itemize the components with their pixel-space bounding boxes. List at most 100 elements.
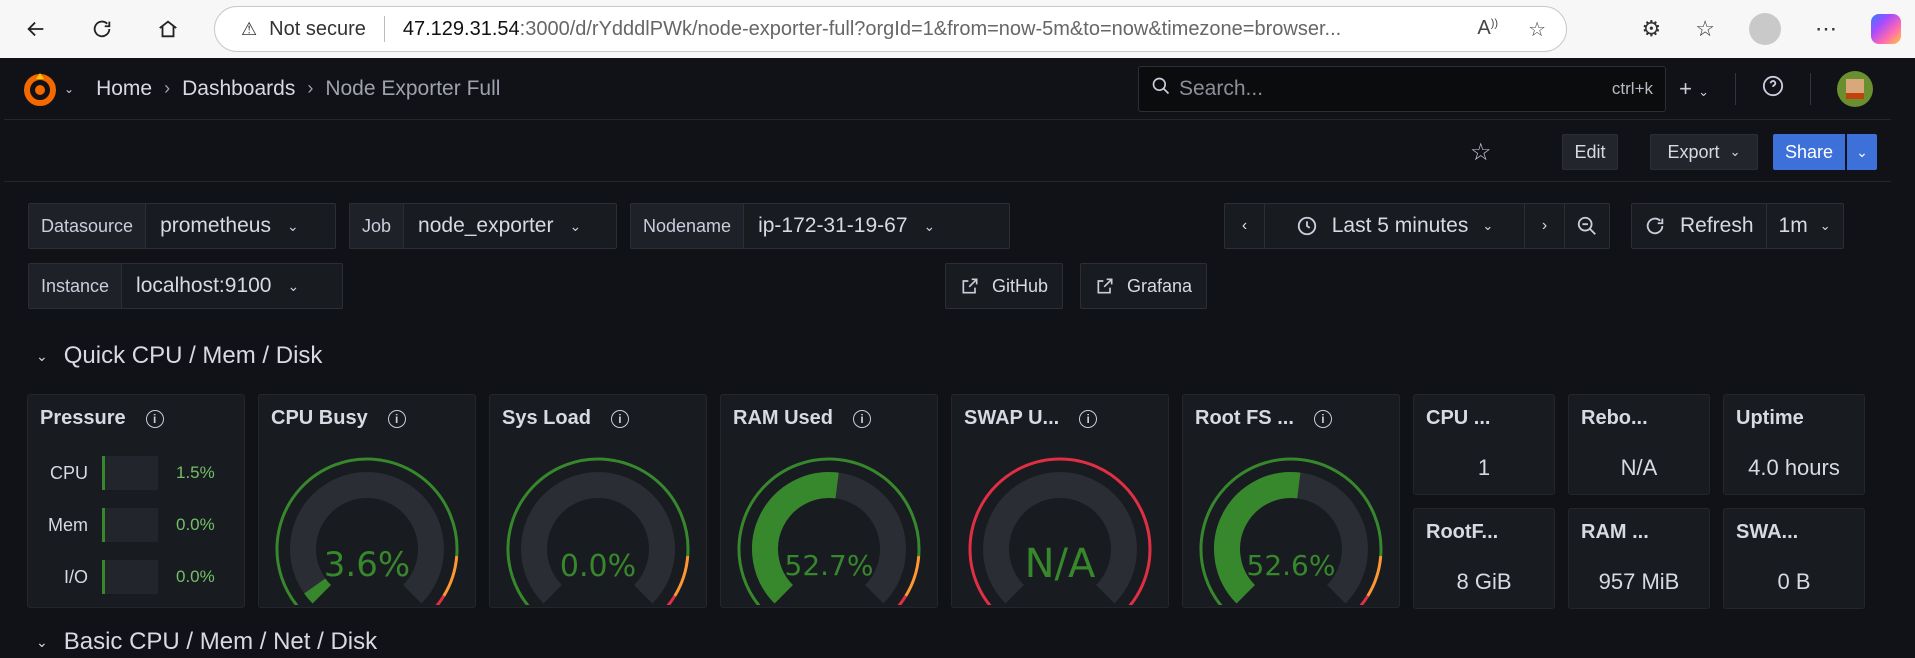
pressure-label: CPU bbox=[49, 462, 88, 483]
back-icon[interactable] bbox=[18, 11, 54, 47]
chevron-down-icon: ⌄ bbox=[36, 347, 48, 364]
var-instance[interactable]: Instance localhost:9100 ⌄ bbox=[28, 263, 343, 309]
refresh-button[interactable]: Refresh bbox=[1632, 204, 1767, 248]
panel-title: Rebo... bbox=[1581, 407, 1648, 429]
chevron-down-icon: ⌄ bbox=[1819, 218, 1831, 233]
info-icon[interactable]: i bbox=[1313, 409, 1332, 428]
copilot-icon[interactable] bbox=[1871, 14, 1901, 44]
read-aloud-icon[interactable]: A)) bbox=[1477, 17, 1498, 42]
stat-value: 957 MiB bbox=[1598, 569, 1680, 594]
export-label: Export bbox=[1667, 141, 1720, 162]
pressure-label: Mem bbox=[48, 514, 88, 535]
share-button-group: Share ⌄ bbox=[1773, 134, 1877, 170]
chevron-down-icon: ⌄ bbox=[923, 217, 936, 234]
grafana-link[interactable]: Grafana bbox=[1080, 263, 1208, 309]
panel-uptime: Uptime 4.0 hours bbox=[1723, 394, 1865, 495]
panel-ram-total: RAM ... 957 MiB bbox=[1568, 508, 1710, 609]
search-placeholder: Search... bbox=[1179, 77, 1264, 100]
more-icon[interactable]: ⋯ bbox=[1815, 16, 1837, 42]
var-nodename[interactable]: Nodename ip-172-31-19-67 ⌄ bbox=[630, 203, 1010, 249]
star-dashboard-icon[interactable]: ☆ bbox=[1470, 138, 1492, 167]
row-basic-title: Basic CPU / Mem / Net / Disk bbox=[63, 628, 378, 655]
time-back-button[interactable]: ‹ bbox=[1225, 204, 1265, 248]
help-icon[interactable] bbox=[1762, 75, 1784, 103]
zoom-out-button[interactable] bbox=[1565, 204, 1609, 248]
pressure-value: 0.0% bbox=[176, 567, 215, 586]
chevron-down-icon: ⌄ bbox=[286, 217, 299, 234]
panel-title: Uptime bbox=[1736, 407, 1804, 429]
refresh-label: Refresh bbox=[1680, 214, 1754, 237]
gauge-value: 52.7% bbox=[784, 549, 874, 582]
time-forward-button[interactable]: › bbox=[1525, 204, 1565, 248]
panel-rootfs-total: RootF... 8 GiB bbox=[1413, 508, 1555, 609]
share-dropdown-icon[interactable]: ⌄ bbox=[1847, 134, 1877, 170]
var-nodename-value: ip-172-31-19-67 bbox=[758, 214, 908, 237]
panel-swap-used: SWAP U... i N/A bbox=[951, 394, 1169, 608]
panel-title: RAM Used bbox=[733, 407, 834, 429]
share-button[interactable]: Share bbox=[1773, 134, 1845, 170]
export-button[interactable]: Export ⌄ bbox=[1650, 134, 1758, 170]
refresh-interval-value: 1m bbox=[1778, 214, 1808, 237]
panel-title: Pressure bbox=[40, 407, 126, 429]
info-icon[interactable]: i bbox=[387, 409, 406, 428]
extensions-icon[interactable]: ⚙ bbox=[1642, 16, 1662, 42]
info-icon[interactable]: i bbox=[145, 409, 164, 428]
panel-title: CPU ... bbox=[1426, 407, 1491, 429]
var-datasource-label: Datasource bbox=[29, 204, 147, 248]
info-icon[interactable]: i bbox=[1079, 409, 1098, 428]
edit-button[interactable]: Edit bbox=[1562, 134, 1618, 170]
add-icon[interactable]: + ⌄ bbox=[1679, 76, 1709, 102]
pressure-bar bbox=[102, 508, 158, 542]
url-host: 47.129.31.54 bbox=[402, 17, 520, 40]
panel-pressure: Pressure i CPU 1.5% Mem 0.0% I/O 0.0% bbox=[27, 394, 245, 608]
var-job[interactable]: Job node_exporter ⌄ bbox=[349, 203, 617, 249]
gauge-value: 52.6% bbox=[1246, 549, 1336, 582]
threshold-ring-red bbox=[897, 595, 908, 605]
chevron-down-icon: ⌄ bbox=[36, 633, 48, 650]
breadcrumb-home[interactable]: Home bbox=[96, 77, 152, 101]
panel-sys-load: Sys Load i 0.0% bbox=[489, 394, 707, 608]
stat-value: 0 B bbox=[1777, 569, 1811, 594]
stat-value: 1 bbox=[1477, 455, 1491, 480]
gauge bbox=[1199, 457, 1383, 605]
panel-title: Root FS ... bbox=[1195, 407, 1294, 429]
menu-chevron-icon[interactable]: ⌄ bbox=[64, 82, 74, 96]
favorites-icon[interactable]: ☆ bbox=[1695, 16, 1715, 42]
threshold-ring-red bbox=[435, 595, 446, 605]
search-input[interactable]: Search... ctrl+k bbox=[1138, 66, 1666, 112]
time-range-button[interactable]: Last 5 minutes ⌄ bbox=[1265, 204, 1525, 248]
row-basic-header[interactable]: ⌄ Basic CPU / Mem / Net / Disk bbox=[36, 628, 377, 656]
stat-value: N/A bbox=[1620, 455, 1658, 480]
var-datasource[interactable]: Datasource prometheus ⌄ bbox=[28, 203, 336, 249]
panel-title: RootF... bbox=[1426, 521, 1499, 543]
panel-title: RAM ... bbox=[1581, 521, 1649, 543]
threshold-ring-red bbox=[1359, 595, 1370, 605]
info-icon[interactable]: i bbox=[610, 409, 629, 428]
info-icon[interactable]: i bbox=[853, 409, 872, 428]
favorite-star-icon[interactable]: ☆ bbox=[1528, 17, 1546, 42]
security-label: Not secure bbox=[269, 17, 366, 40]
warning-icon[interactable]: ⚠ bbox=[241, 19, 257, 40]
refresh-interval-button[interactable]: 1m ⌄ bbox=[1767, 204, 1843, 248]
var-instance-label: Instance bbox=[29, 264, 123, 308]
var-job-value: node_exporter bbox=[418, 214, 554, 237]
refresh-picker: Refresh 1m ⌄ bbox=[1631, 203, 1844, 249]
grafana-logo-icon[interactable] bbox=[20, 69, 60, 109]
user-avatar[interactable] bbox=[1837, 71, 1873, 107]
reload-icon[interactable] bbox=[84, 11, 120, 47]
home-icon[interactable] bbox=[150, 11, 186, 47]
row-quick-header[interactable]: ⌄ Quick CPU / Mem / Disk bbox=[36, 342, 322, 370]
profile-avatar[interactable] bbox=[1749, 13, 1781, 45]
zoom-out-icon bbox=[1577, 216, 1596, 235]
time-range-label: Last 5 minutes bbox=[1331, 214, 1469, 237]
gauge-value: 3.6% bbox=[323, 545, 411, 585]
github-link[interactable]: GitHub bbox=[945, 263, 1064, 309]
breadcrumb-dashboards[interactable]: Dashboards bbox=[182, 77, 295, 101]
search-shortcut: ctrl+k bbox=[1611, 79, 1653, 98]
url-path: :3000/d/rYdddlPWk/node-exporter-full?org… bbox=[519, 17, 1342, 40]
gauge-value: N/A bbox=[1024, 541, 1096, 587]
gauge-fill bbox=[304, 578, 332, 604]
panel-title: SWAP U... bbox=[964, 407, 1060, 429]
address-bar[interactable]: ⚠ Not secure 47.129.31.54 :3000/d/rYdddl… bbox=[214, 6, 1567, 52]
panel-title: CPU Busy bbox=[271, 407, 368, 429]
